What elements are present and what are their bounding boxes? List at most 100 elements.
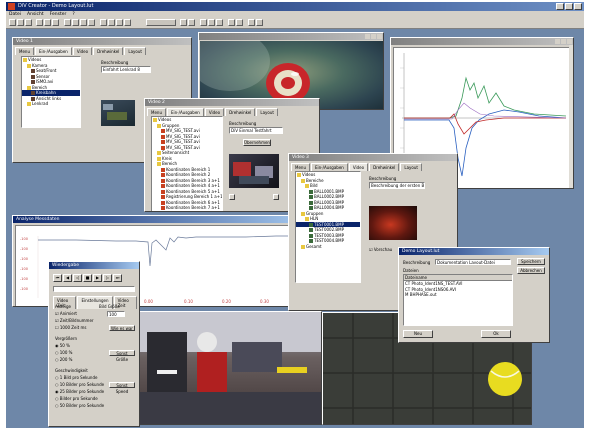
desc-field-1[interactable]: Einfahrt Lenkrad 8 (101, 66, 151, 73)
tab-video[interactable]: Video (348, 163, 369, 171)
save-icon[interactable] (25, 19, 32, 26)
nav-next-icon[interactable] (273, 194, 279, 200)
copy-icon[interactable] (44, 19, 51, 26)
grid-icon[interactable] (200, 19, 207, 26)
nav-prev-icon[interactable] (229, 194, 235, 200)
tab-rotation[interactable]: Drehwinkel (369, 163, 400, 171)
image-icon[interactable] (80, 19, 87, 26)
neu-button[interactable]: Neu (403, 330, 433, 338)
checkbox-animiert[interactable]: ☑ Animiert (55, 311, 77, 316)
tab-rotation[interactable]: Drehwinkel (93, 47, 124, 55)
layout-dialog-title[interactable]: Demo Layout.lut (399, 248, 549, 255)
cursor-icon[interactable] (236, 19, 243, 26)
radio-200[interactable]: ○ 200 % (55, 357, 72, 362)
tab-video[interactable]: Video (72, 47, 93, 55)
minimize-button[interactable] (556, 3, 564, 10)
checkbox-zeit[interactable]: ☑ Zeit/Bildnummer (55, 318, 94, 323)
forward-icon[interactable] (124, 19, 131, 26)
player-window: Wiedergabe ⏮ ◀ ◁ ■ ▶ ▷ ⏭ Video Zeit Eins… (48, 261, 140, 427)
menu-datei[interactable]: Datei (9, 11, 21, 18)
tab-menu[interactable]: Menu (15, 47, 34, 55)
tab-io[interactable]: Ein-/Ausgaben (166, 108, 204, 116)
radio-speed-25[interactable]: ◉ 25 Bilder pro Sekunde (55, 389, 104, 394)
close-button[interactable] (574, 3, 582, 10)
line-chart-window-title[interactable] (391, 38, 573, 45)
radio-speed-10[interactable]: ○ 10 Bilder pro Sekunde (55, 382, 104, 387)
last-frame-icon[interactable]: ⏭ (113, 274, 122, 282)
stop-icon[interactable] (108, 19, 115, 26)
anwenden-button[interactable]: Sonst Größe (109, 350, 135, 362)
open-icon[interactable] (17, 19, 24, 26)
reverse-play-icon[interactable]: ◁ (73, 274, 82, 282)
dialog-file-list[interactable]: Dateiname CT Photo_Ident1NS_TEST.AVI CT … (403, 274, 513, 326)
chart-scrollbar[interactable] (569, 45, 573, 188)
help-icon[interactable] (256, 19, 263, 26)
layout-icon[interactable] (88, 19, 95, 26)
chart-icon[interactable] (72, 19, 79, 26)
ok-button[interactable]: Ok (481, 330, 511, 338)
zoom-field[interactable]: 100 (107, 311, 125, 317)
player-window-title[interactable]: Wiedergabe (49, 262, 139, 269)
menu-fenster[interactable]: Fenster (50, 11, 67, 18)
tab-video[interactable]: Video (204, 108, 225, 116)
rewind-icon[interactable] (116, 19, 123, 26)
cascade-icon[interactable] (216, 19, 223, 26)
tab-layout[interactable]: Layout (256, 108, 278, 116)
paste-icon[interactable] (52, 19, 59, 26)
radio-100[interactable]: ○ 100 % (55, 350, 72, 355)
video-icon[interactable] (64, 19, 71, 26)
tree-item[interactable]: Koordinaten Bereich 7 a+1 (152, 205, 222, 211)
speed-ok-button[interactable]: Sonst Speed (109, 382, 135, 394)
desc-field-2[interactable]: DiV Einmal Testfahrt (229, 127, 283, 134)
settings-icon[interactable] (248, 19, 255, 26)
abbrechen-button[interactable]: Abbrechen (517, 267, 545, 274)
tree-item[interactable]: Lenkrad (22, 101, 80, 107)
menu-ansicht[interactable]: Ansicht (27, 11, 44, 18)
tab-rotation[interactable]: Drehwinkel (225, 108, 256, 116)
tree-view-1[interactable]: Videos Kamera Seat/Front Sensor ISMO.avi… (21, 56, 81, 128)
new-icon[interactable] (9, 19, 16, 26)
svg-text:-100: -100 (20, 237, 28, 241)
tab-layout[interactable]: Layout (400, 163, 422, 171)
tree-view-3[interactable]: Videos Bereiche Bild BALL0001.BMP BALL00… (295, 171, 361, 283)
menu-help[interactable]: ? (72, 11, 74, 18)
tree-window-3-title[interactable]: Video 3 (289, 154, 457, 161)
tab-menu[interactable]: Menu (147, 108, 166, 116)
cut-icon[interactable] (36, 19, 43, 26)
tile-icon[interactable] (208, 19, 215, 26)
radio-speed-1[interactable]: ○ 1 Bild pro Sekunde (55, 375, 97, 380)
speichern-button[interactable]: Speichern (517, 258, 545, 265)
zoom-in-icon[interactable] (180, 19, 187, 26)
frame-field[interactable] (146, 19, 176, 26)
play-icon[interactable]: ▶ (93, 274, 102, 282)
first-frame-icon[interactable]: ⏮ (53, 274, 62, 282)
tab-io[interactable]: Ein-/Ausgaben (310, 163, 348, 171)
radio-speed-custom[interactable]: ○ Bilder pro Sekunde (55, 396, 98, 401)
signal-plot-window-title[interactable]: Analyse Messdaten (13, 216, 311, 223)
tree-view-2[interactable]: Videos Gruppen MV_SIG_TEST.avi MV_SIG_TE… (151, 116, 223, 211)
zoom-out-icon[interactable] (188, 19, 195, 26)
play-icon[interactable] (100, 19, 107, 26)
file-list-item[interactable]: M BHPHASE.out (404, 292, 512, 298)
maximize-button[interactable] (565, 3, 573, 10)
tab-io[interactable]: Ein-/Ausgaben (34, 47, 72, 55)
radio-50[interactable]: ◉ 50 % (55, 343, 70, 348)
tree-window-2-title[interactable]: Video 2 (145, 99, 319, 106)
vorschau-button[interactable]: Wie es war (109, 325, 135, 331)
checkbox-dezimal[interactable]: ☐ 1000 Zeit ms (55, 325, 86, 330)
tab-menu[interactable]: Menu (291, 163, 310, 171)
radio-speed-50[interactable]: ○ 50 Bilder pro Sekunde (55, 403, 104, 408)
measure-icon[interactable] (228, 19, 235, 26)
dialog-name-field[interactable]: Dokumentation Layout-Datei (435, 259, 511, 265)
tree-item[interactable]: Gesamt (296, 244, 360, 250)
tree-window-1-title[interactable]: Video 1 (13, 38, 191, 45)
timeline-slider[interactable] (53, 286, 135, 292)
tab-layout[interactable]: Layout (124, 47, 146, 55)
stop-icon[interactable]: ■ (83, 274, 92, 282)
vorschau-checkbox[interactable]: ☑ Vorschau (369, 247, 392, 252)
uebernehmen-button[interactable]: Übernehmen (243, 139, 271, 146)
prev-frame-icon[interactable]: ◀ (63, 274, 72, 282)
next-frame-icon[interactable]: ▷ (103, 274, 112, 282)
desc-field-3[interactable]: Beschreibung der ersten Bild (369, 182, 425, 189)
video-window-ball-title[interactable] (199, 33, 383, 40)
